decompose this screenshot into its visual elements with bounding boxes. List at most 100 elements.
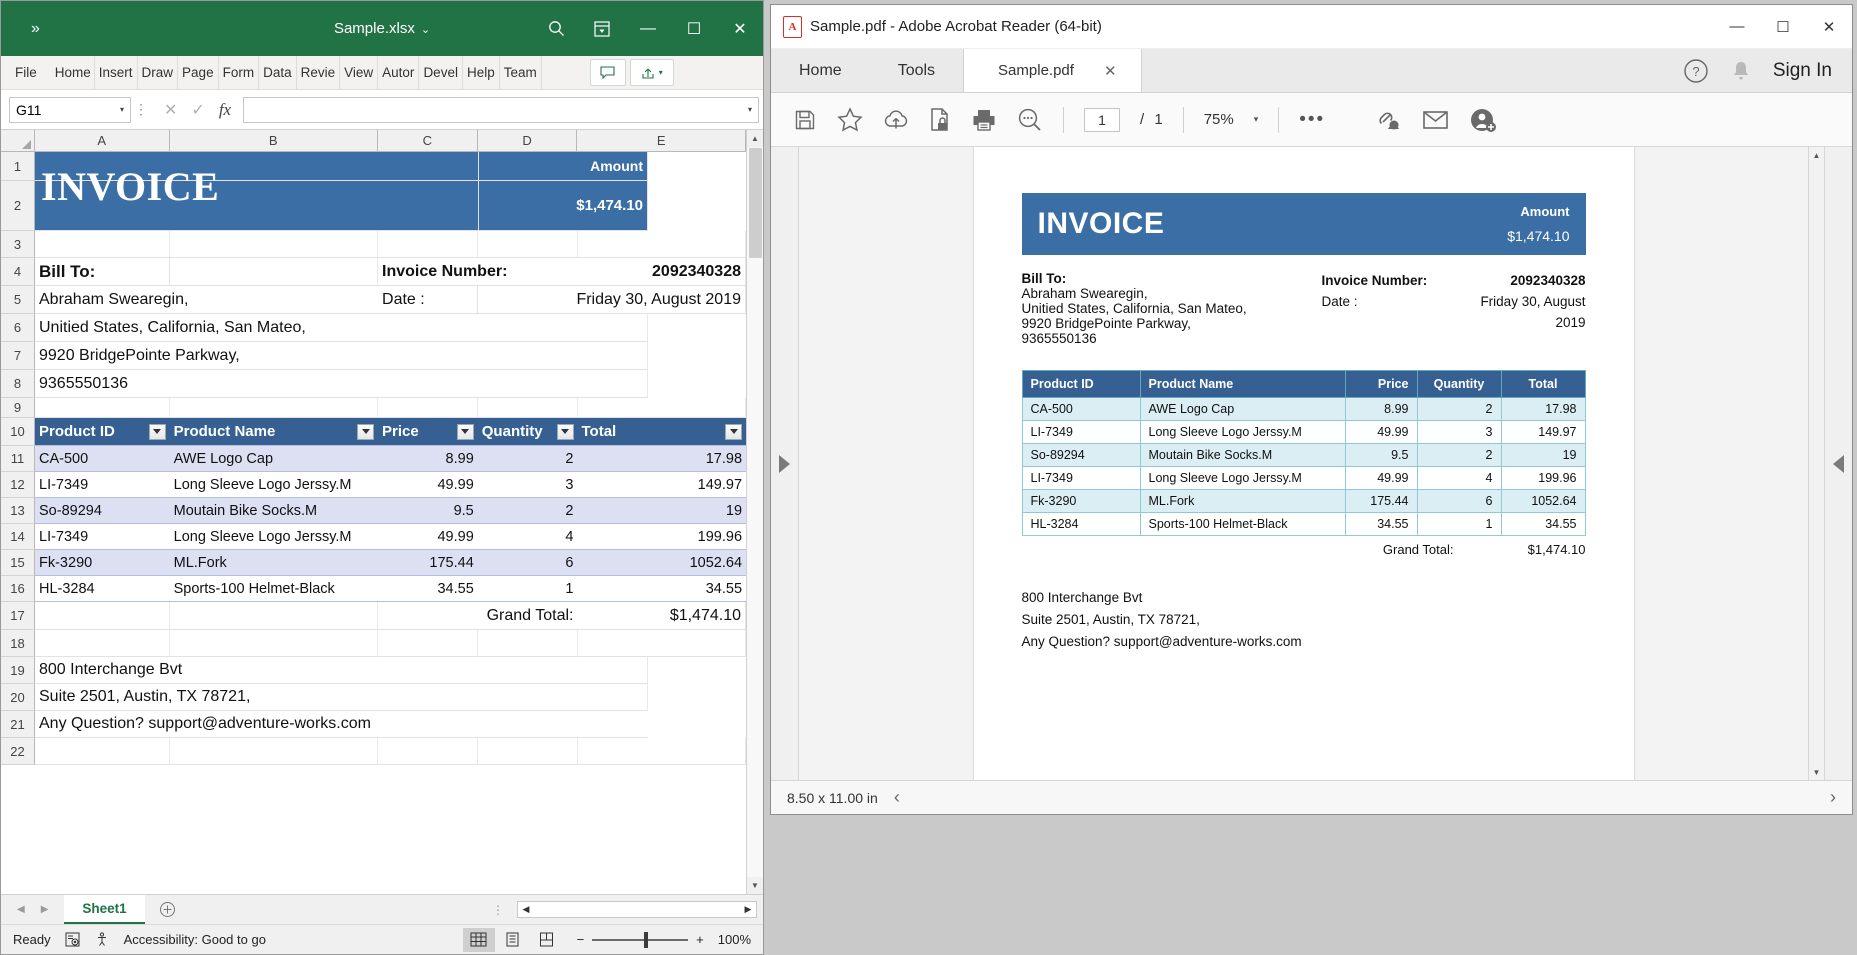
filter-dropdown-icon[interactable] bbox=[557, 424, 574, 440]
acrobat-scroll-up-icon[interactable]: ▲ bbox=[1809, 147, 1824, 163]
cell-quantity[interactable]: 2 bbox=[478, 498, 578, 524]
excel-minimize-button[interactable]: — bbox=[625, 1, 671, 56]
chevron-down-icon[interactable]: ⌄ bbox=[421, 24, 430, 36]
formula-expand-icon[interactable]: ▾ bbox=[748, 105, 752, 114]
excel-horizontal-scrollbar[interactable]: ◀ ▶ bbox=[517, 901, 757, 918]
cell-price[interactable]: 49.99 bbox=[378, 472, 478, 498]
cell-c5-date-label[interactable]: Date : bbox=[378, 286, 478, 314]
row-header-14[interactable]: 14 bbox=[1, 524, 35, 550]
add-sheet-icon[interactable] bbox=[145, 895, 190, 924]
star-icon[interactable] bbox=[837, 107, 863, 132]
row-header-6[interactable]: 6 bbox=[1, 314, 35, 342]
cell-total[interactable]: 199.96 bbox=[578, 524, 747, 550]
tab-home[interactable]: Home bbox=[771, 49, 870, 92]
row-header-8[interactable]: 8 bbox=[1, 370, 35, 398]
name-box-caret-icon[interactable]: ▾ bbox=[120, 105, 124, 114]
scroll-down-icon[interactable]: ▼ bbox=[747, 877, 764, 894]
ribbon-tab-insert[interactable]: Insert bbox=[95, 56, 138, 89]
row-header-2[interactable]: 2 bbox=[1, 181, 35, 231]
ribbon-tab-review[interactable]: Revie bbox=[297, 56, 341, 89]
cell-a7-bill-to-line3[interactable]: 9920 BridgePointe Parkway, bbox=[35, 342, 479, 370]
excel-maximize-button[interactable]: ☐ bbox=[671, 1, 717, 56]
row-header-10[interactable]: 10 bbox=[1, 418, 35, 446]
pdf-prev-page-icon[interactable]: ‹ bbox=[894, 787, 900, 808]
table-header-product-name[interactable]: Product Name bbox=[170, 418, 378, 446]
cell-total[interactable]: 34.55 bbox=[578, 576, 747, 602]
cell-product-id[interactable]: Fk-3290 bbox=[35, 550, 170, 576]
table-header-quantity[interactable]: Quantity bbox=[478, 418, 578, 446]
expand-left-icon[interactable] bbox=[1833, 455, 1844, 473]
excel-close-button[interactable]: ✕ bbox=[717, 1, 763, 56]
cell-price[interactable]: 34.55 bbox=[378, 576, 478, 602]
right-tools-pane-toggle[interactable] bbox=[1824, 147, 1852, 780]
cell-e1-amount-label[interactable]: Amount bbox=[479, 152, 648, 181]
protect-document-icon[interactable] bbox=[929, 107, 951, 132]
tab-document-sample-pdf[interactable]: Sample.pdf ✕ bbox=[963, 49, 1141, 92]
cell-quantity[interactable]: 3 bbox=[478, 472, 578, 498]
filter-dropdown-icon[interactable] bbox=[149, 424, 166, 440]
pdf-next-page-icon[interactable]: › bbox=[1830, 787, 1836, 808]
column-header-a[interactable]: A bbox=[35, 130, 170, 152]
filter-dropdown-icon[interactable] bbox=[457, 424, 474, 440]
cell-product-name[interactable]: ML.Fork bbox=[170, 550, 378, 576]
acrobat-maximize-button[interactable]: ☐ bbox=[1760, 5, 1806, 48]
email-icon[interactable] bbox=[1422, 109, 1449, 131]
ribbon-tab-home[interactable]: Home bbox=[51, 56, 95, 89]
ribbon-tab-draw[interactable]: Draw bbox=[138, 56, 179, 89]
row-header-13[interactable]: 13 bbox=[1, 498, 35, 524]
zoom-slider-knob[interactable] bbox=[644, 932, 648, 948]
page-number-input[interactable]: 1 bbox=[1084, 108, 1120, 132]
select-all-corner[interactable] bbox=[1, 130, 35, 152]
hscroll-left-icon[interactable]: ◀ bbox=[518, 904, 534, 915]
cell-total[interactable]: 149.97 bbox=[578, 472, 747, 498]
upload-cloud-icon[interactable] bbox=[883, 108, 909, 132]
cell-product-name[interactable]: Long Sleeve Logo Jerssy.M bbox=[170, 472, 378, 498]
cell-quantity[interactable]: 1 bbox=[478, 576, 578, 602]
ribbon-tab-team[interactable]: Team bbox=[500, 56, 542, 89]
cell-price[interactable]: 49.99 bbox=[378, 524, 478, 550]
ribbon-tab-formulas[interactable]: Form bbox=[219, 56, 260, 89]
zoom-level-value[interactable]: 75% bbox=[1204, 111, 1234, 128]
cell-a20-footer-line2[interactable]: Suite 2501, Austin, TX 78721, bbox=[35, 684, 479, 711]
zoom-slider[interactable]: − + bbox=[577, 932, 704, 947]
cell-grand-total-label[interactable]: Grand Total: bbox=[378, 602, 577, 630]
sheet-tab-sheet1[interactable]: Sheet1 bbox=[64, 895, 144, 924]
zoom-slider-track[interactable] bbox=[592, 939, 688, 941]
cell-product-id[interactable]: LI-7349 bbox=[35, 524, 170, 550]
help-circle-icon[interactable]: ? bbox=[1683, 58, 1709, 84]
enter-formula-icon[interactable]: ✓ bbox=[191, 100, 204, 120]
cell-price[interactable]: 8.99 bbox=[378, 446, 478, 472]
sheet-next-icon[interactable]: ▶ bbox=[41, 904, 49, 915]
ribbon-tab-view[interactable]: View bbox=[340, 56, 378, 89]
zoom-dropdown-caret-icon[interactable]: ▾ bbox=[1254, 114, 1259, 125]
row-header-12[interactable]: 12 bbox=[1, 472, 35, 498]
cell-e2-amount-value[interactable]: $1,474.10 bbox=[479, 181, 648, 231]
table-header-price[interactable]: Price bbox=[378, 418, 478, 446]
cancel-formula-icon[interactable]: ✕ bbox=[164, 100, 177, 120]
add-person-icon[interactable] bbox=[1469, 107, 1497, 133]
insert-function-icon[interactable]: fx bbox=[219, 100, 231, 120]
sign-in-button[interactable]: Sign In bbox=[1773, 60, 1832, 82]
sheet-prev-icon[interactable]: ◀ bbox=[17, 904, 25, 915]
row-header-7[interactable]: 7 bbox=[1, 342, 35, 370]
row-header-17[interactable]: 17 bbox=[1, 602, 35, 630]
cell-a1-invoice-title[interactable]: INVOICE bbox=[41, 181, 219, 210]
ribbon-tab-page-layout[interactable]: Page bbox=[178, 56, 219, 89]
cell-e4-invoice-number-value[interactable]: 2092340328 bbox=[577, 258, 746, 286]
excel-vertical-scrollbar[interactable]: ▲ ▼ bbox=[746, 130, 763, 894]
page-layout-view-icon[interactable] bbox=[497, 928, 529, 952]
row-header-9[interactable]: 9 bbox=[1, 398, 35, 418]
hscroll-right-icon[interactable]: ▶ bbox=[740, 904, 756, 915]
cell-total[interactable]: 17.98 bbox=[578, 446, 747, 472]
cell-product-id[interactable]: HL-3284 bbox=[35, 576, 170, 602]
formula-input[interactable]: ▾ bbox=[243, 97, 759, 123]
zoom-level-label[interactable]: 100% bbox=[718, 932, 751, 947]
filter-dropdown-icon[interactable] bbox=[725, 424, 742, 440]
row-header-18[interactable]: 18 bbox=[1, 630, 35, 657]
sheet-splitter-grip[interactable]: ⋮ bbox=[484, 903, 513, 917]
ribbon-tab-file[interactable]: File bbox=[1, 56, 51, 89]
comments-icon[interactable] bbox=[590, 59, 626, 86]
expand-right-icon[interactable] bbox=[779, 455, 790, 473]
scroll-track[interactable] bbox=[747, 147, 764, 877]
zoom-in-button[interactable]: + bbox=[696, 932, 704, 947]
